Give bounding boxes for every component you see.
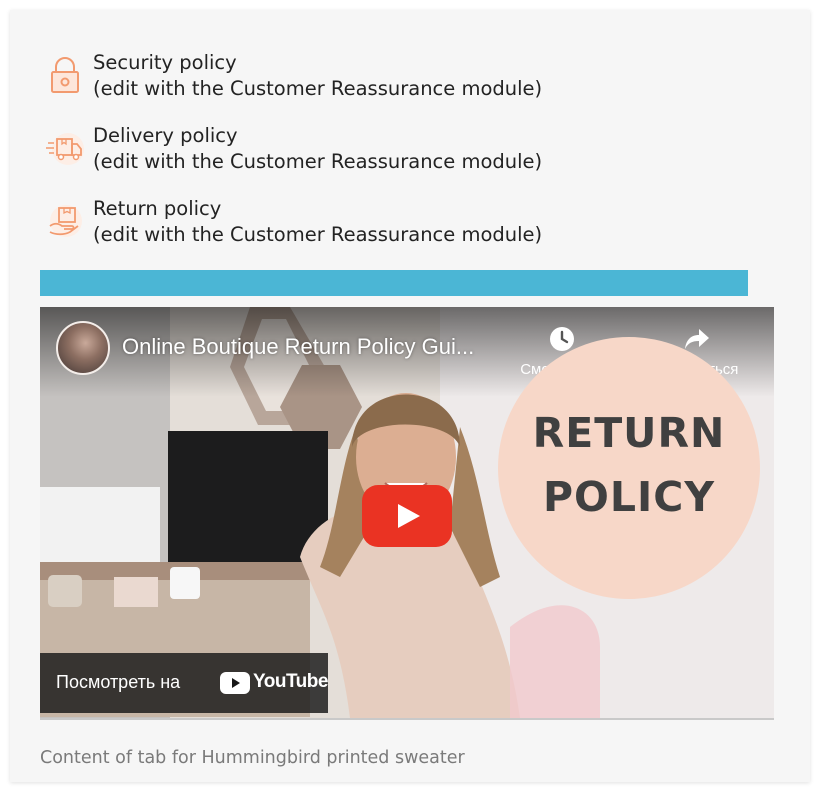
reassurance-item-return: Return policy (edit with the Customer Re… xyxy=(46,196,606,248)
return-policy-heading-line1: RETURN xyxy=(532,409,726,457)
reassurance-block: Security policy (edit with the Customer … xyxy=(46,50,606,269)
policy-title: Delivery policy xyxy=(93,124,238,147)
watch-on-label: Посмотреть на xyxy=(56,672,181,692)
policy-subtitle: (edit with the Customer Reassurance modu… xyxy=(93,77,543,100)
youtube-play-icon xyxy=(220,672,250,694)
video-title[interactable]: Online Boutique Return Policy Gui... xyxy=(122,334,474,360)
policy-subtitle: (edit with the Customer Reassurance modu… xyxy=(93,223,543,246)
tab-content-text: Content of tab for Hummingbird printed s… xyxy=(40,748,465,768)
policy-title: Security policy xyxy=(93,51,237,74)
accent-bar xyxy=(40,270,748,296)
product-tab-panel: Security policy (edit with the Customer … xyxy=(10,10,810,782)
watch-on-youtube-button[interactable]: Посмотреть на YouTube xyxy=(40,653,328,713)
share-arrow-icon xyxy=(683,325,711,353)
channel-avatar[interactable] xyxy=(56,321,110,375)
video-divider xyxy=(40,718,774,720)
youtube-video-embed[interactable]: Online Boutique Return Policy Gui... Смо… xyxy=(40,307,774,718)
return-policy-heading-line2: POLICY xyxy=(542,473,716,521)
return-policy-graphic: RETURN POLICY xyxy=(498,337,760,599)
policy-title: Return policy xyxy=(93,197,222,220)
youtube-wordmark: YouTube xyxy=(253,671,328,692)
delivery-truck-icon xyxy=(46,129,84,167)
lock-icon xyxy=(46,56,84,94)
reassurance-item-security: Security policy (edit with the Customer … xyxy=(46,50,606,102)
play-button[interactable] xyxy=(362,485,452,547)
reassurance-item-delivery: Delivery policy (edit with the Customer … xyxy=(46,123,606,175)
policy-subtitle: (edit with the Customer Reassurance modu… xyxy=(93,150,543,173)
return-box-icon xyxy=(46,202,84,240)
